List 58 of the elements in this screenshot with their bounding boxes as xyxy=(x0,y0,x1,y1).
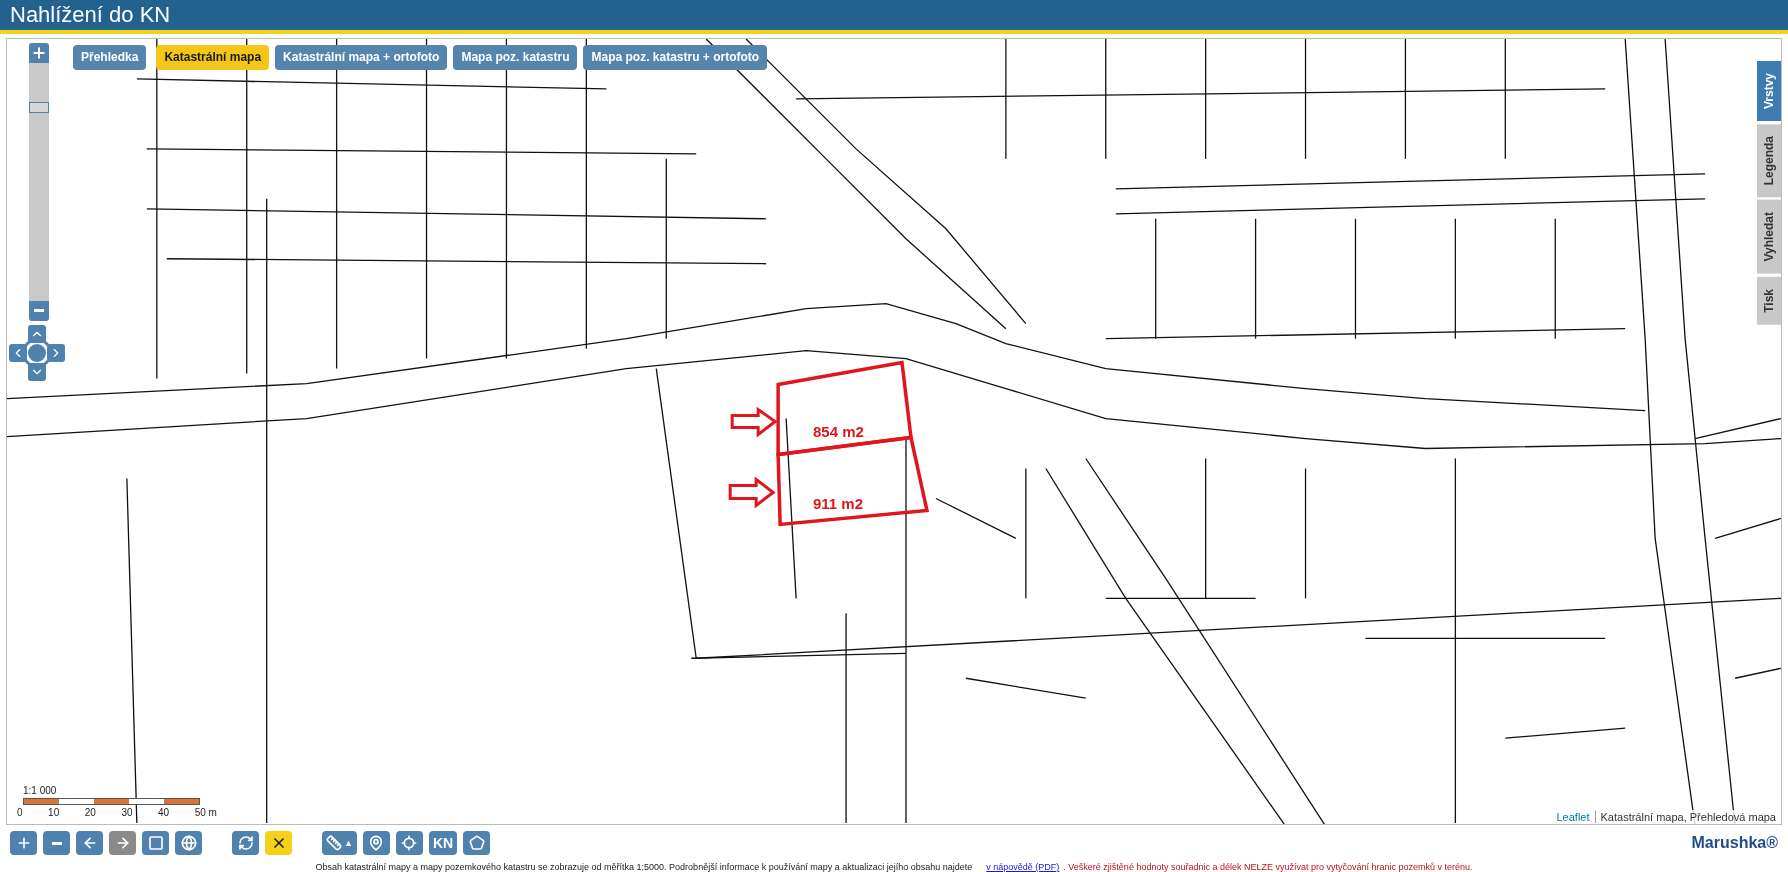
refresh-icon xyxy=(237,835,254,852)
side-tab[interactable]: Vyhledat xyxy=(1757,200,1781,274)
info-text: Obsah katastrální mapy a mapy pozemkového katastru se zobrazuje od měřítka 1:5000. Podrobnější informace k používání mapy a aktualizaci jejího obsahu najdete xyxy=(315,862,973,872)
area-label: 854 m2 xyxy=(813,422,864,440)
arrow-icon xyxy=(728,476,776,509)
ruler-icon xyxy=(326,835,342,852)
back-button[interactable] xyxy=(76,831,103,856)
map-layer-button[interactable]: Katastrální mapa xyxy=(156,44,270,70)
polygon-button[interactable] xyxy=(463,831,491,856)
area-label: 911 m2 xyxy=(813,494,864,512)
pan-right-button[interactable] xyxy=(47,343,65,362)
map-pin-icon xyxy=(368,835,385,852)
side-tab[interactable]: Legenda xyxy=(1757,124,1781,198)
pentagon-icon xyxy=(468,835,485,852)
brand-logo: Marushka® xyxy=(1691,834,1778,853)
measure-button[interactable]: ▲ xyxy=(322,831,357,856)
gps-button[interactable] xyxy=(362,831,390,856)
zoom-out-button[interactable] xyxy=(43,831,70,856)
map-layer-button[interactable]: Přehledka xyxy=(73,44,147,70)
zoom-out-button[interactable] xyxy=(29,300,49,321)
scale-tick-label: 20 xyxy=(84,807,96,819)
arrow-icon xyxy=(730,406,778,438)
locate-button[interactable] xyxy=(395,831,423,856)
refresh-button[interactable] xyxy=(232,831,259,856)
side-tab[interactable]: Vrstvy xyxy=(1757,60,1781,121)
map-attribution: Katastrální mapa, Přehledová mapa xyxy=(1600,811,1776,824)
zoom-box-button[interactable] xyxy=(142,831,169,856)
zoom-slider-thumb[interactable] xyxy=(29,101,49,113)
scale-tick-label: 0 xyxy=(17,807,23,819)
crosshair-icon xyxy=(401,835,418,852)
map-layer-button[interactable]: Katastrální mapa + ortofoto xyxy=(275,44,448,70)
globe-button[interactable] xyxy=(175,831,202,856)
pan-up-button[interactable] xyxy=(28,324,46,343)
zoom-slider[interactable] xyxy=(29,62,49,301)
kn-button[interactable]: KN xyxy=(428,831,458,856)
clear-button[interactable] xyxy=(265,831,292,856)
pan-down-button[interactable] xyxy=(28,362,46,381)
map-layer-button[interactable]: Mapa poz. katastru xyxy=(453,44,578,70)
zoom-in-button[interactable] xyxy=(10,831,37,856)
scale-ratio: 1:1 000 xyxy=(23,785,58,797)
warning-text: . Veškeré zjištěné hodnoty souřadnic a délek NELZE využívat pro vytyčování hranic pozemků v terénu. xyxy=(1063,862,1473,872)
scale-tick-label: 50 m xyxy=(194,807,217,819)
help-link[interactable]: v nápovědě (PDF) xyxy=(986,862,1060,872)
map-layer-button[interactable]: Mapa poz. katastru + ortofoto xyxy=(583,44,768,70)
globe-icon xyxy=(180,835,197,852)
scale-tick-label: 10 xyxy=(48,807,60,819)
scale-tick-label: 30 xyxy=(121,807,133,819)
zoom-out-icon xyxy=(51,841,62,845)
scale-tick-label: 40 xyxy=(158,807,170,819)
zoom-in-button[interactable] xyxy=(29,42,49,63)
app-title: Nahlížení do KN xyxy=(10,2,171,28)
pan-left-button[interactable] xyxy=(9,343,27,362)
zoom-in-icon xyxy=(31,44,47,61)
caret-icon: ▲ xyxy=(344,838,353,849)
side-tab[interactable]: Tisk xyxy=(1757,276,1781,325)
leaflet-link[interactable]: Leaflet xyxy=(1556,811,1596,824)
zoom-out-icon xyxy=(34,309,44,313)
square-icon xyxy=(147,835,164,852)
